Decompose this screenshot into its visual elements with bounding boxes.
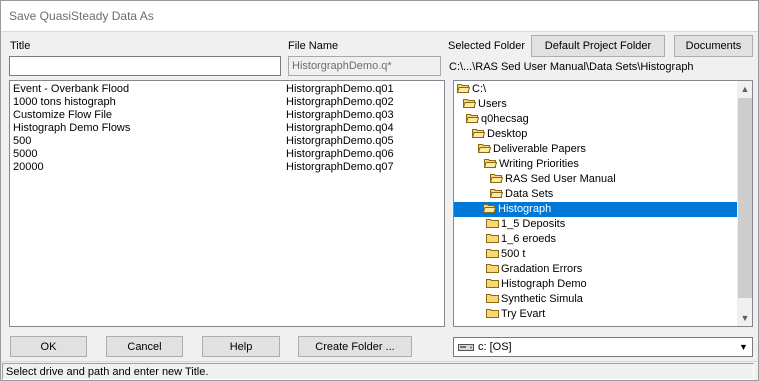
tree-node-label: q0hecsag (481, 113, 529, 125)
cancel-button[interactable]: Cancel (106, 336, 183, 357)
folder-open-icon (484, 158, 497, 168)
tree-node[interactable]: Data Sets (490, 187, 553, 202)
tree-node[interactable]: Writing Priorities (484, 157, 579, 172)
file-name-field (288, 56, 441, 76)
tree-node[interactable]: Users (463, 97, 507, 112)
tree-node-label: Histograph Demo (501, 278, 587, 290)
tree-node[interactable]: Deliverable Papers (478, 142, 586, 157)
chevron-down-icon[interactable]: ▼ (735, 338, 752, 356)
tree-scrollbar[interactable]: ▲ ▼ (737, 81, 752, 326)
selected-folder-label: Selected Folder (448, 40, 526, 52)
folder-icon (486, 233, 499, 243)
folder-open-icon (457, 83, 470, 93)
tree-node-label: Writing Priorities (499, 158, 579, 170)
drive-value: c: [OS] (478, 341, 512, 353)
help-button[interactable]: Help (202, 336, 280, 357)
file-list-item[interactable]: Customize Flow File HistorgraphDemo.q03 (10, 109, 444, 122)
tree-node-label: RAS Sed User Manual (505, 173, 616, 185)
title-input[interactable] (9, 56, 281, 76)
tree-node[interactable]: Desktop (472, 127, 527, 142)
file-name: HistorgraphDemo.q01 (286, 83, 394, 95)
folder-tree[interactable]: C:\ Users q0hecsag Desktop Deliverable Paper… (453, 80, 753, 327)
tree-node-label: Deliverable Papers (493, 143, 586, 155)
file-list-item[interactable]: Event - Overbank Flood HistorgraphDemo.q0… (10, 83, 444, 96)
folder-open-icon (463, 98, 476, 108)
tree-node[interactable]: q0hecsag (466, 112, 529, 127)
tree-node[interactable]: 1_6 eroeds (486, 232, 556, 247)
file-name-label: File Name (288, 40, 339, 52)
tree-node[interactable]: Histograph Demo (486, 277, 587, 292)
status-text: Select drive and path and enter new Titl… (2, 363, 754, 380)
file-name: HistorgraphDemo.q07 (286, 161, 394, 173)
title-label: Title (10, 40, 31, 52)
file-name: HistorgraphDemo.q03 (286, 109, 394, 121)
file-list-item[interactable]: Histograph Demo Flows HistorgraphDemo.q04 (10, 122, 444, 135)
tree-node[interactable]: Try Evart (486, 307, 545, 322)
folder-open-icon (483, 203, 496, 213)
tree-node-label: Data Sets (505, 188, 554, 200)
folder-open-icon (478, 143, 491, 153)
window-title: Save QuasiSteady Data As (9, 9, 154, 23)
folder-icon (486, 293, 499, 303)
default-project-folder-button[interactable]: Default Project Folder (531, 35, 665, 57)
file-title: 5000 (13, 148, 38, 160)
tree-scroll-thumb[interactable] (738, 98, 752, 298)
file-list[interactable]: Event - Overbank Flood HistorgraphDemo.q0… (9, 80, 445, 327)
tree-node[interactable]: Histograph (454, 202, 752, 217)
tree-node[interactable]: 1_5 Deposits (486, 217, 565, 232)
scroll-down-arrow-icon[interactable]: ▼ (737, 310, 752, 326)
folder-open-icon (466, 113, 479, 123)
create-folder-button[interactable]: Create Folder ... (298, 336, 412, 357)
folder-icon (486, 263, 499, 273)
file-title: 20000 (13, 161, 44, 173)
file-list-item[interactable]: 20000 HistorgraphDemo.q07 (10, 161, 444, 174)
file-title: Event - Overbank Flood (13, 83, 130, 95)
tree-node-label: Synthetic Simula (501, 293, 583, 305)
status-bar: Select drive and path and enter new Titl… (0, 361, 759, 381)
tree-node[interactable]: Synthetic Simula (486, 292, 583, 307)
tree-node-label: Try Evart (501, 308, 546, 320)
title-bar: Save QuasiSteady Data As (0, 0, 759, 32)
tree-node-label: Users (478, 98, 507, 110)
file-title: Histograph Demo Flows (13, 122, 131, 134)
file-name: HistorgraphDemo.q05 (286, 135, 394, 147)
tree-node-label: Histograph (498, 203, 552, 215)
file-name: HistorgraphDemo.q06 (286, 148, 394, 160)
file-list-item[interactable]: 1000 tons histograph HistorgraphDemo.q02 (10, 96, 444, 109)
folder-icon (486, 248, 499, 258)
tree-node-label: Gradation Errors (501, 263, 583, 275)
file-name: HistorgraphDemo.q04 (286, 122, 394, 134)
file-list-item[interactable]: 5000 HistorgraphDemo.q06 (10, 148, 444, 161)
folder-open-icon (490, 173, 503, 183)
tree-node-label: 500 t (501, 248, 526, 260)
tree-node[interactable]: 500 t (486, 247, 525, 262)
folder-icon (486, 278, 499, 288)
tree-node-label: C:\ (472, 83, 487, 95)
file-name: HistorgraphDemo.q02 (286, 96, 394, 108)
tree-node[interactable]: C:\ (457, 82, 486, 97)
documents-button[interactable]: Documents (674, 35, 753, 57)
folder-open-icon (490, 188, 503, 198)
drive-select[interactable]: c: [OS] ▼ (453, 337, 753, 357)
file-title: 1000 tons histograph (13, 96, 116, 108)
ok-button[interactable]: OK (10, 336, 87, 357)
file-list-item[interactable]: 500 HistorgraphDemo.q05 (10, 135, 444, 148)
tree-node-label: Desktop (487, 128, 528, 140)
selected-folder-path: C:\...\RAS Sed User Manual\Data Sets\His… (449, 61, 694, 73)
file-title: 500 (13, 135, 32, 147)
folder-icon (486, 218, 499, 228)
file-title: Customize Flow File (13, 109, 113, 121)
folder-open-icon (472, 128, 485, 138)
tree-node-label: 1_6 eroeds (501, 233, 557, 245)
scroll-up-arrow-icon[interactable]: ▲ (737, 81, 752, 97)
tree-node-label: 1_5 Deposits (501, 218, 566, 230)
drive-icon (458, 342, 474, 352)
folder-icon (486, 308, 499, 318)
tree-node[interactable]: Gradation Errors (486, 262, 582, 277)
tree-node[interactable]: RAS Sed User Manual (490, 172, 616, 187)
